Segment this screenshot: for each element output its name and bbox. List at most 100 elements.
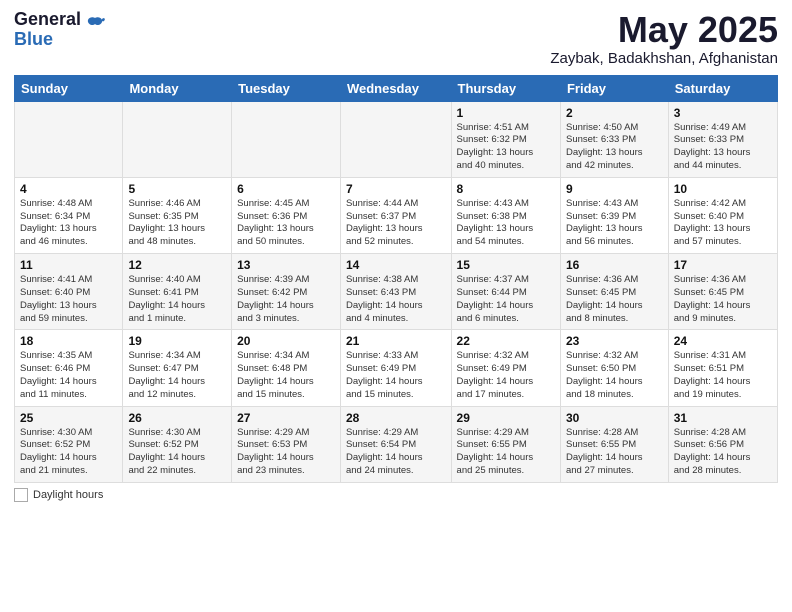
logo-bird-icon [84, 14, 106, 41]
calendar-cell: 14 Sunrise: 4:38 AM Sunset: 6:43 PM Dayli… [340, 254, 451, 330]
day-info: Sunrise: 4:50 AM Sunset: 6:33 PM Dayligh… [566, 122, 663, 173]
calendar-cell [15, 101, 123, 177]
day-info: Sunrise: 4:48 AM Sunset: 6:34 PM Dayligh… [20, 198, 117, 249]
day-number: 3 [674, 106, 772, 120]
day-number: 4 [20, 182, 117, 196]
day-info: Sunrise: 4:51 AM Sunset: 6:32 PM Dayligh… [457, 122, 555, 173]
day-info: Sunrise: 4:36 AM Sunset: 6:45 PM Dayligh… [674, 274, 772, 325]
month-title: May 2025 [550, 10, 778, 50]
logo: General Blue [14, 10, 106, 50]
calendar-cell: 26Sunrise: 4:30 AM Sunset: 6:52 PM Dayli… [123, 406, 232, 482]
calendar-week-row: 4 Sunrise: 4:48 AM Sunset: 6:34 PM Daylig… [15, 177, 778, 253]
calendar-cell: 16Sunrise: 4:36 AM Sunset: 6:45 PM Dayli… [560, 254, 668, 330]
weekday-header: Thursday [451, 75, 560, 101]
day-number: 17 [674, 258, 772, 272]
day-number: 24 [674, 334, 772, 348]
day-number: 18 [20, 334, 117, 348]
day-number: 9 [566, 182, 663, 196]
day-number: 19 [128, 334, 226, 348]
day-info: Sunrise: 4:45 AM Sunset: 6:36 PM Dayligh… [237, 198, 335, 249]
day-info: Sunrise: 4:34 AM Sunset: 6:47 PM Dayligh… [128, 350, 226, 401]
day-info: Sunrise: 4:35 AM Sunset: 6:46 PM Dayligh… [20, 350, 117, 401]
day-info: Sunrise: 4:41 AM Sunset: 6:40 PM Dayligh… [20, 274, 117, 325]
day-number: 28 [346, 411, 446, 425]
calendar-cell: 9 Sunrise: 4:43 AM Sunset: 6:39 PM Daylig… [560, 177, 668, 253]
day-info: Sunrise: 4:49 AM Sunset: 6:33 PM Dayligh… [674, 122, 772, 173]
calendar-week-row: 11 Sunrise: 4:41 AM Sunset: 6:40 PM Dayli… [15, 254, 778, 330]
calendar-cell [123, 101, 232, 177]
calendar-cell: 1Sunrise: 4:51 AM Sunset: 6:32 PM Daylig… [451, 101, 560, 177]
daylight-label: Daylight hours [33, 489, 103, 501]
weekday-header: Wednesday [340, 75, 451, 101]
calendar-cell: 10 Sunrise: 4:42 AM Sunset: 6:40 PM Dayli… [668, 177, 777, 253]
day-number: 10 [674, 182, 772, 196]
calendar-cell: 30 Sunrise: 4:28 AM Sunset: 6:55 PM Dayli… [560, 406, 668, 482]
day-info: Sunrise: 4:46 AM Sunset: 6:35 PM Dayligh… [128, 198, 226, 249]
day-number: 30 [566, 411, 663, 425]
day-info: Sunrise: 4:30 AM Sunset: 6:52 PM Dayligh… [20, 427, 117, 478]
location-title: Zaybak, Badakhshan, Afghanistan [550, 50, 778, 67]
calendar-cell: 5 Sunrise: 4:46 AM Sunset: 6:35 PM Daylig… [123, 177, 232, 253]
day-info: Sunrise: 4:28 AM Sunset: 6:55 PM Dayligh… [566, 427, 663, 478]
day-number: 31 [674, 411, 772, 425]
footer: Daylight hours [14, 488, 778, 502]
day-info: Sunrise: 4:44 AM Sunset: 6:37 PM Dayligh… [346, 198, 446, 249]
day-number: 2 [566, 106, 663, 120]
calendar-week-row: 18 Sunrise: 4:35 AM Sunset: 6:46 PM Dayli… [15, 330, 778, 406]
day-number: 14 [346, 258, 446, 272]
calendar-cell: 8 Sunrise: 4:43 AM Sunset: 6:38 PM Daylig… [451, 177, 560, 253]
day-number: 22 [457, 334, 555, 348]
calendar-cell: 11 Sunrise: 4:41 AM Sunset: 6:40 PM Dayli… [15, 254, 123, 330]
day-info: Sunrise: 4:38 AM Sunset: 6:43 PM Dayligh… [346, 274, 446, 325]
weekday-header: Monday [123, 75, 232, 101]
logo-general-text: General [14, 10, 81, 30]
calendar-cell: 13 Sunrise: 4:39 AM Sunset: 6:42 PM Dayli… [232, 254, 341, 330]
logo-blue-text: Blue [14, 30, 81, 50]
day-info: Sunrise: 4:39 AM Sunset: 6:42 PM Dayligh… [237, 274, 335, 325]
calendar-cell [232, 101, 341, 177]
calendar-cell: 2 Sunrise: 4:50 AM Sunset: 6:33 PM Daylig… [560, 101, 668, 177]
calendar-cell: 23 Sunrise: 4:32 AM Sunset: 6:50 PM Dayli… [560, 330, 668, 406]
day-info: Sunrise: 4:33 AM Sunset: 6:49 PM Dayligh… [346, 350, 446, 401]
day-number: 21 [346, 334, 446, 348]
day-info: Sunrise: 4:42 AM Sunset: 6:40 PM Dayligh… [674, 198, 772, 249]
day-info: Sunrise: 4:31 AM Sunset: 6:51 PM Dayligh… [674, 350, 772, 401]
header: General Blue May 2025 Zaybak, Badakhshan… [14, 10, 778, 67]
day-number: 12 [128, 258, 226, 272]
calendar-cell: 19 Sunrise: 4:34 AM Sunset: 6:47 PM Dayli… [123, 330, 232, 406]
day-number: 25 [20, 411, 117, 425]
weekday-header: Sunday [15, 75, 123, 101]
day-info: Sunrise: 4:32 AM Sunset: 6:50 PM Dayligh… [566, 350, 663, 401]
calendar-cell: 17 Sunrise: 4:36 AM Sunset: 6:45 PM Dayli… [668, 254, 777, 330]
day-number: 15 [457, 258, 555, 272]
calendar-cell: 15Sunrise: 4:37 AM Sunset: 6:44 PM Dayli… [451, 254, 560, 330]
day-info: Sunrise: 4:29 AM Sunset: 6:53 PM Dayligh… [237, 427, 335, 478]
day-info: Sunrise: 4:43 AM Sunset: 6:39 PM Dayligh… [566, 198, 663, 249]
calendar-cell: 29Sunrise: 4:29 AM Sunset: 6:55 PM Dayli… [451, 406, 560, 482]
day-number: 8 [457, 182, 555, 196]
day-info: Sunrise: 4:28 AM Sunset: 6:56 PM Dayligh… [674, 427, 772, 478]
day-number: 6 [237, 182, 335, 196]
calendar-cell: 4 Sunrise: 4:48 AM Sunset: 6:34 PM Daylig… [15, 177, 123, 253]
day-number: 5 [128, 182, 226, 196]
day-info: Sunrise: 4:36 AM Sunset: 6:45 PM Dayligh… [566, 274, 663, 325]
calendar-cell: 12 Sunrise: 4:40 AM Sunset: 6:41 PM Dayli… [123, 254, 232, 330]
day-info: Sunrise: 4:40 AM Sunset: 6:41 PM Dayligh… [128, 274, 226, 325]
calendar-cell: 27 Sunrise: 4:29 AM Sunset: 6:53 PM Dayli… [232, 406, 341, 482]
weekday-header: Tuesday [232, 75, 341, 101]
daylight-box [14, 488, 28, 502]
day-info: Sunrise: 4:29 AM Sunset: 6:55 PM Dayligh… [457, 427, 555, 478]
weekday-header: Saturday [668, 75, 777, 101]
page-container: General Blue May 2025 Zaybak, Badakhshan… [0, 0, 792, 510]
calendar-cell: 18 Sunrise: 4:35 AM Sunset: 6:46 PM Dayli… [15, 330, 123, 406]
calendar-cell: 20Sunrise: 4:34 AM Sunset: 6:48 PM Dayli… [232, 330, 341, 406]
day-number: 11 [20, 258, 117, 272]
calendar-table: SundayMondayTuesdayWednesdayThursdayFrid… [14, 75, 778, 483]
day-info: Sunrise: 4:43 AM Sunset: 6:38 PM Dayligh… [457, 198, 555, 249]
day-number: 20 [237, 334, 335, 348]
calendar-cell: 31 Sunrise: 4:28 AM Sunset: 6:56 PM Dayli… [668, 406, 777, 482]
day-number: 27 [237, 411, 335, 425]
calendar-cell: 28Sunrise: 4:29 AM Sunset: 6:54 PM Dayli… [340, 406, 451, 482]
day-number: 13 [237, 258, 335, 272]
day-number: 23 [566, 334, 663, 348]
